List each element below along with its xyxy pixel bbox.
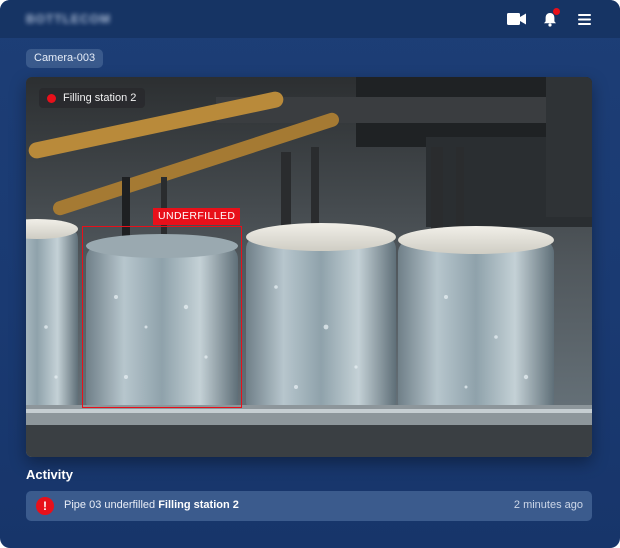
camera-selector-chip[interactable]: Camera-003: [26, 49, 104, 68]
top-bar: BOTTLECOM: [0, 0, 620, 38]
activity-message-text: Pipe 03 underfilled: [64, 499, 156, 511]
activity-list-item[interactable]: ! Pipe 03 underfilled Filling station 2 …: [26, 491, 592, 521]
detection-bounding-box[interactable]: [82, 226, 242, 408]
camera-feed[interactable]: Filling station 2 UNDERFILLED: [26, 77, 592, 457]
detection-label: UNDERFILLED: [153, 208, 241, 225]
bell-icon[interactable]: [540, 8, 560, 28]
top-icons: [506, 8, 594, 28]
brand-logo[interactable]: BOTTLECOM: [26, 12, 111, 26]
station-label: Filling station 2: [39, 88, 146, 108]
activity-location: Filling station 2: [158, 499, 239, 511]
app-window: BOTTLECOM Camera-003 Filling station 2 U…: [0, 0, 620, 548]
alert-icon: !: [36, 497, 54, 515]
activity-message: Pipe 03 underfilled Filling station 2: [64, 499, 239, 511]
notification-dot: [553, 8, 560, 15]
activity-heading: Activity: [26, 467, 73, 482]
menu-icon[interactable]: [574, 10, 594, 28]
activity-timestamp: 2 minutes ago: [513, 499, 583, 511]
video-camera-icon[interactable]: [506, 10, 526, 28]
station-label-text: Filling station 2: [63, 92, 137, 104]
live-indicator-icon: [47, 93, 56, 103]
